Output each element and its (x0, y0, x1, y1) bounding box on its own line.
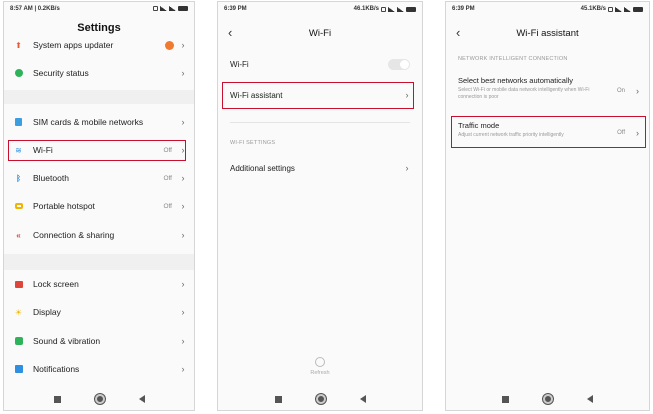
status-bar: 8:57 AM | 0.2KB/s (4, 2, 194, 16)
lock-screen-item[interactable]: Lock screen › (12, 273, 186, 295)
traffic-mode-value: Off (617, 130, 625, 136)
status-icons (153, 6, 188, 11)
connection-sharing-item[interactable]: « Connection & sharing › (12, 224, 186, 246)
home-button[interactable] (315, 394, 326, 404)
arrow-up-icon: ⬆ (15, 40, 22, 50)
refresh-icon (315, 357, 325, 367)
header: ‹ Wi-Fi assistant (446, 24, 649, 44)
recents-button[interactable] (502, 395, 509, 403)
recents-button[interactable] (53, 395, 61, 403)
page-title: Settings (77, 22, 121, 34)
chevron-right-icon: › (636, 86, 639, 96)
divider (230, 122, 410, 123)
header: ‹ Wi-Fi (218, 24, 422, 44)
chevron-right-icon: › (181, 117, 185, 127)
status-bar: 6:39 PM 46.1KB/s (218, 2, 422, 16)
recents-button[interactable] (274, 395, 282, 403)
page-title: Wi-Fi (308, 28, 332, 39)
status-bar: 6:39 PM 45.1KB/s (446, 2, 649, 16)
back-button[interactable] (359, 395, 366, 403)
settings-screen: 8:57 AM | 0.2KB/s Settings ⬆ System apps… (3, 1, 195, 411)
home-button[interactable] (543, 394, 553, 404)
wifi-status-icon (624, 6, 631, 12)
best-networks-value: On (616, 88, 625, 94)
sim-icon (14, 118, 23, 127)
chevron-right-icon: › (181, 336, 185, 346)
nav-bar (218, 394, 422, 404)
chevron-right-icon: › (405, 90, 409, 100)
chevron-right-icon: › (181, 145, 185, 155)
section-header: NETWORK INTELLIGENT CONNECTION (458, 56, 568, 62)
section-header: WI-FI SETTINGS (230, 140, 276, 146)
notification-icon (381, 6, 386, 12)
back-button[interactable] (138, 395, 145, 403)
sim-cards-item[interactable]: SIM cards & mobile networks › (12, 111, 186, 133)
wifi-toggle-row[interactable]: Wi-Fi (230, 54, 410, 74)
battery-icon (633, 6, 643, 12)
sound-vibration-item[interactable]: Sound & vibration › (12, 330, 186, 352)
chevron-right-icon: › (181, 279, 185, 289)
chevron-right-icon: › (181, 364, 185, 374)
wifi-item[interactable]: ≋ Wi-Fi Off › (12, 139, 186, 161)
page-title: Wi-Fi assistant (516, 28, 579, 39)
refresh-button[interactable]: Refresh (218, 357, 422, 376)
lock-icon (14, 280, 23, 289)
status-icons: 45.1KB/s (581, 6, 643, 12)
notification-icon (608, 6, 613, 12)
sound-icon (14, 337, 23, 346)
wifi-assistant-screen: 6:39 PM 45.1KB/s ‹ Wi-Fi assistant NETWO… (445, 1, 650, 411)
wifi-status-icon (169, 6, 176, 11)
signal-icon (160, 6, 167, 11)
chevron-right-icon: › (405, 163, 409, 173)
network-speed: 46.1KB/s (353, 6, 379, 12)
chevron-right-icon: › (181, 230, 185, 240)
battery-icon (406, 6, 416, 12)
notification-icon (153, 6, 158, 11)
status-time: 6:39 PM (224, 6, 247, 12)
signal-icon (615, 6, 622, 12)
hotspot-icon (14, 202, 23, 211)
portable-hotspot-item[interactable]: Portable hotspot Off › (12, 195, 186, 217)
shield-icon (14, 69, 23, 78)
status-time: 8:57 AM | 0.2KB/s (10, 6, 60, 12)
section-divider (4, 254, 194, 270)
notifications-item[interactable]: Notifications › (12, 358, 186, 380)
chevron-right-icon: › (636, 128, 639, 138)
signal-icon (388, 6, 395, 12)
section-divider (4, 90, 194, 104)
network-speed: 45.1KB/s (580, 6, 606, 12)
nav-bar (4, 394, 194, 404)
sun-icon: ☀ (14, 307, 23, 317)
traffic-mode-item[interactable]: Traffic mode Adjust current network traf… (458, 121, 639, 145)
bluetooth-item[interactable]: ᛒ Bluetooth Off › (12, 167, 186, 189)
wifi-icon: ≋ (15, 145, 22, 155)
wifi-toggle[interactable] (388, 58, 410, 70)
back-button[interactable] (587, 395, 593, 403)
chevron-right-icon: › (181, 201, 185, 211)
home-button[interactable] (94, 394, 105, 404)
wifi-assistant-item[interactable]: Wi-Fi assistant › (230, 85, 410, 105)
display-item[interactable]: ☀ Display › (12, 301, 186, 323)
nav-bar (446, 394, 649, 404)
system-apps-updater-item[interactable]: ⬆ System apps updater › (12, 34, 186, 56)
chevron-right-icon: › (181, 307, 185, 317)
chevron-right-icon: › (181, 173, 185, 183)
select-best-networks-item[interactable]: Select best networks automatically Selec… (458, 76, 639, 106)
chevron-right-icon: › (181, 40, 185, 50)
bell-icon (14, 365, 23, 374)
additional-settings-item[interactable]: Additional settings › (230, 158, 410, 178)
share-icon: « (16, 230, 21, 240)
status-icons: 46.1KB/s (354, 6, 416, 12)
wifi-screen: 6:39 PM 46.1KB/s ‹ Wi-Fi Wi-Fi Wi-Fi ass… (217, 1, 423, 411)
status-time: 6:39 PM (452, 6, 475, 12)
update-badge (165, 40, 174, 50)
wifi-status-icon (397, 6, 404, 12)
battery-icon (178, 6, 188, 11)
chevron-right-icon: › (181, 68, 185, 78)
security-status-item[interactable]: Security status › (12, 62, 186, 84)
bluetooth-icon: ᛒ (16, 173, 21, 183)
